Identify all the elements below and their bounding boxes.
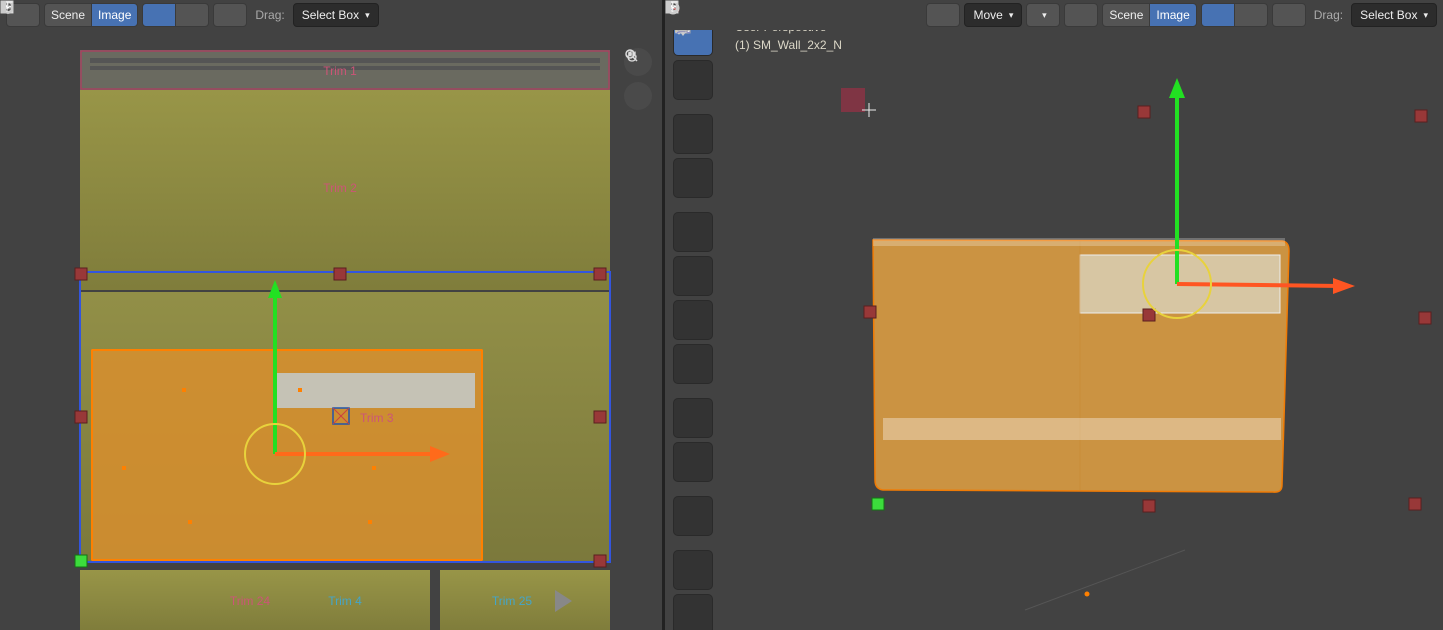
3d-panel-seg — [1201, 3, 1268, 27]
display-mode-segment: Scene Image — [44, 3, 138, 27]
move-mode-dropdown[interactable]: Move ▾ — [964, 3, 1022, 27]
pan-button[interactable] — [624, 82, 652, 110]
app-root: Scene Image Drag: Select Box ▾ — [0, 0, 1443, 630]
3d-display-segment: Scene Image — [1102, 3, 1196, 27]
trim1-label: Trim 1 — [323, 64, 357, 78]
3d-viewport[interactable] — [665, 30, 1443, 630]
pivot-b-button[interactable] — [175, 3, 209, 27]
trim3-label: Trim 3 — [360, 411, 394, 425]
3d-pivot-a[interactable] — [1201, 3, 1235, 27]
move-label: Move — [973, 8, 1002, 22]
trim24-label: Trim 24 — [230, 594, 271, 608]
3d-canvas — [665, 30, 1443, 630]
trim2-label: Trim 2 — [323, 181, 357, 195]
spacer — [673, 104, 713, 110]
snap-button[interactable] — [213, 3, 247, 27]
annotate-tool[interactable] — [673, 398, 713, 438]
object-name-label: (1) SM_Wall_2x2_N — [735, 36, 842, 54]
3d-drag-dropdown[interactable]: Select Box ▾ — [1351, 3, 1437, 27]
chevron-down-icon: ▾ — [1009, 10, 1014, 21]
chevron-down-icon: ▾ — [365, 10, 370, 21]
addcube-tool[interactable]: + — [673, 496, 713, 536]
image-label2: Image — [1156, 8, 1189, 22]
3d-scene-button[interactable]: Scene — [1102, 3, 1150, 27]
show-scene-button[interactable]: Scene — [44, 3, 92, 27]
3d-image-button[interactable]: Image — [1149, 3, 1196, 27]
3d-viewport-panel: Move ▾ ▾ Scene Image Drag: Select Box ▾ + — [665, 0, 1443, 630]
spacer — [673, 388, 713, 394]
inset-tool[interactable] — [673, 158, 713, 198]
measure-tool[interactable] — [673, 442, 713, 482]
spacer — [673, 202, 713, 208]
3d-drag-value: Select Box — [1360, 8, 1417, 22]
3d-header: Move ▾ ▾ Scene Image Drag: Select Box ▾ — [665, 0, 1443, 30]
3d-snap-button[interactable] — [1272, 3, 1306, 27]
cube2-tool[interactable] — [673, 594, 713, 630]
sync-3d-button[interactable] — [1064, 3, 1098, 27]
uv-canvas: Trim 1 Trim 2 Trim 3 Trim 24 Trim 4 Trim… — [0, 30, 662, 630]
trim4-label: Trim 4 — [328, 594, 362, 608]
transform-space-button[interactable]: ▾ — [1026, 3, 1060, 27]
cursor-tool[interactable] — [673, 60, 713, 100]
cube1-tool[interactable] — [673, 550, 713, 590]
spacer — [673, 486, 713, 492]
uv-header: Scene Image Drag: Select Box ▾ — [0, 0, 662, 30]
rotate-tool[interactable] — [673, 256, 713, 296]
3d-drag-label: Drag: — [1314, 8, 1343, 22]
scale-tool[interactable] — [673, 300, 713, 340]
spacer — [673, 540, 713, 546]
uv-nav-controls — [624, 48, 652, 110]
show-image-button[interactable]: Image — [91, 3, 138, 27]
move-tool[interactable] — [673, 212, 713, 252]
trim25-label: Trim 25 — [492, 594, 533, 608]
3d-tool-column: + — [673, 16, 713, 630]
magnet-icon — [0, 0, 16, 16]
uv-viewport[interactable]: Trim 1 Trim 2 Trim 3 Trim 24 Trim 4 Trim… — [0, 30, 662, 630]
scene-label2: Scene — [1109, 8, 1143, 22]
drag-mode-dropdown[interactable]: Select Box ▾ — [293, 3, 379, 27]
chevron-down-icon: ▾ — [1423, 10, 1428, 21]
3d-pivot-b[interactable] — [1234, 3, 1268, 27]
magnet-icon — [665, 0, 681, 16]
pivot-a-button[interactable] — [142, 3, 176, 27]
drag-label: Drag: — [255, 8, 284, 22]
orient-button[interactable] — [926, 3, 960, 27]
pivot-segment — [142, 3, 209, 27]
transform-tool[interactable] — [673, 344, 713, 384]
scene-label: Scene — [51, 8, 85, 22]
hand-icon — [624, 48, 640, 64]
drag-value: Select Box — [302, 8, 359, 22]
uv-editor-panel: Scene Image Drag: Select Box ▾ — [0, 0, 665, 630]
chevron-down-icon: ▾ — [1042, 10, 1047, 21]
image-label: Image — [98, 8, 131, 22]
bevel-tool[interactable] — [673, 114, 713, 154]
